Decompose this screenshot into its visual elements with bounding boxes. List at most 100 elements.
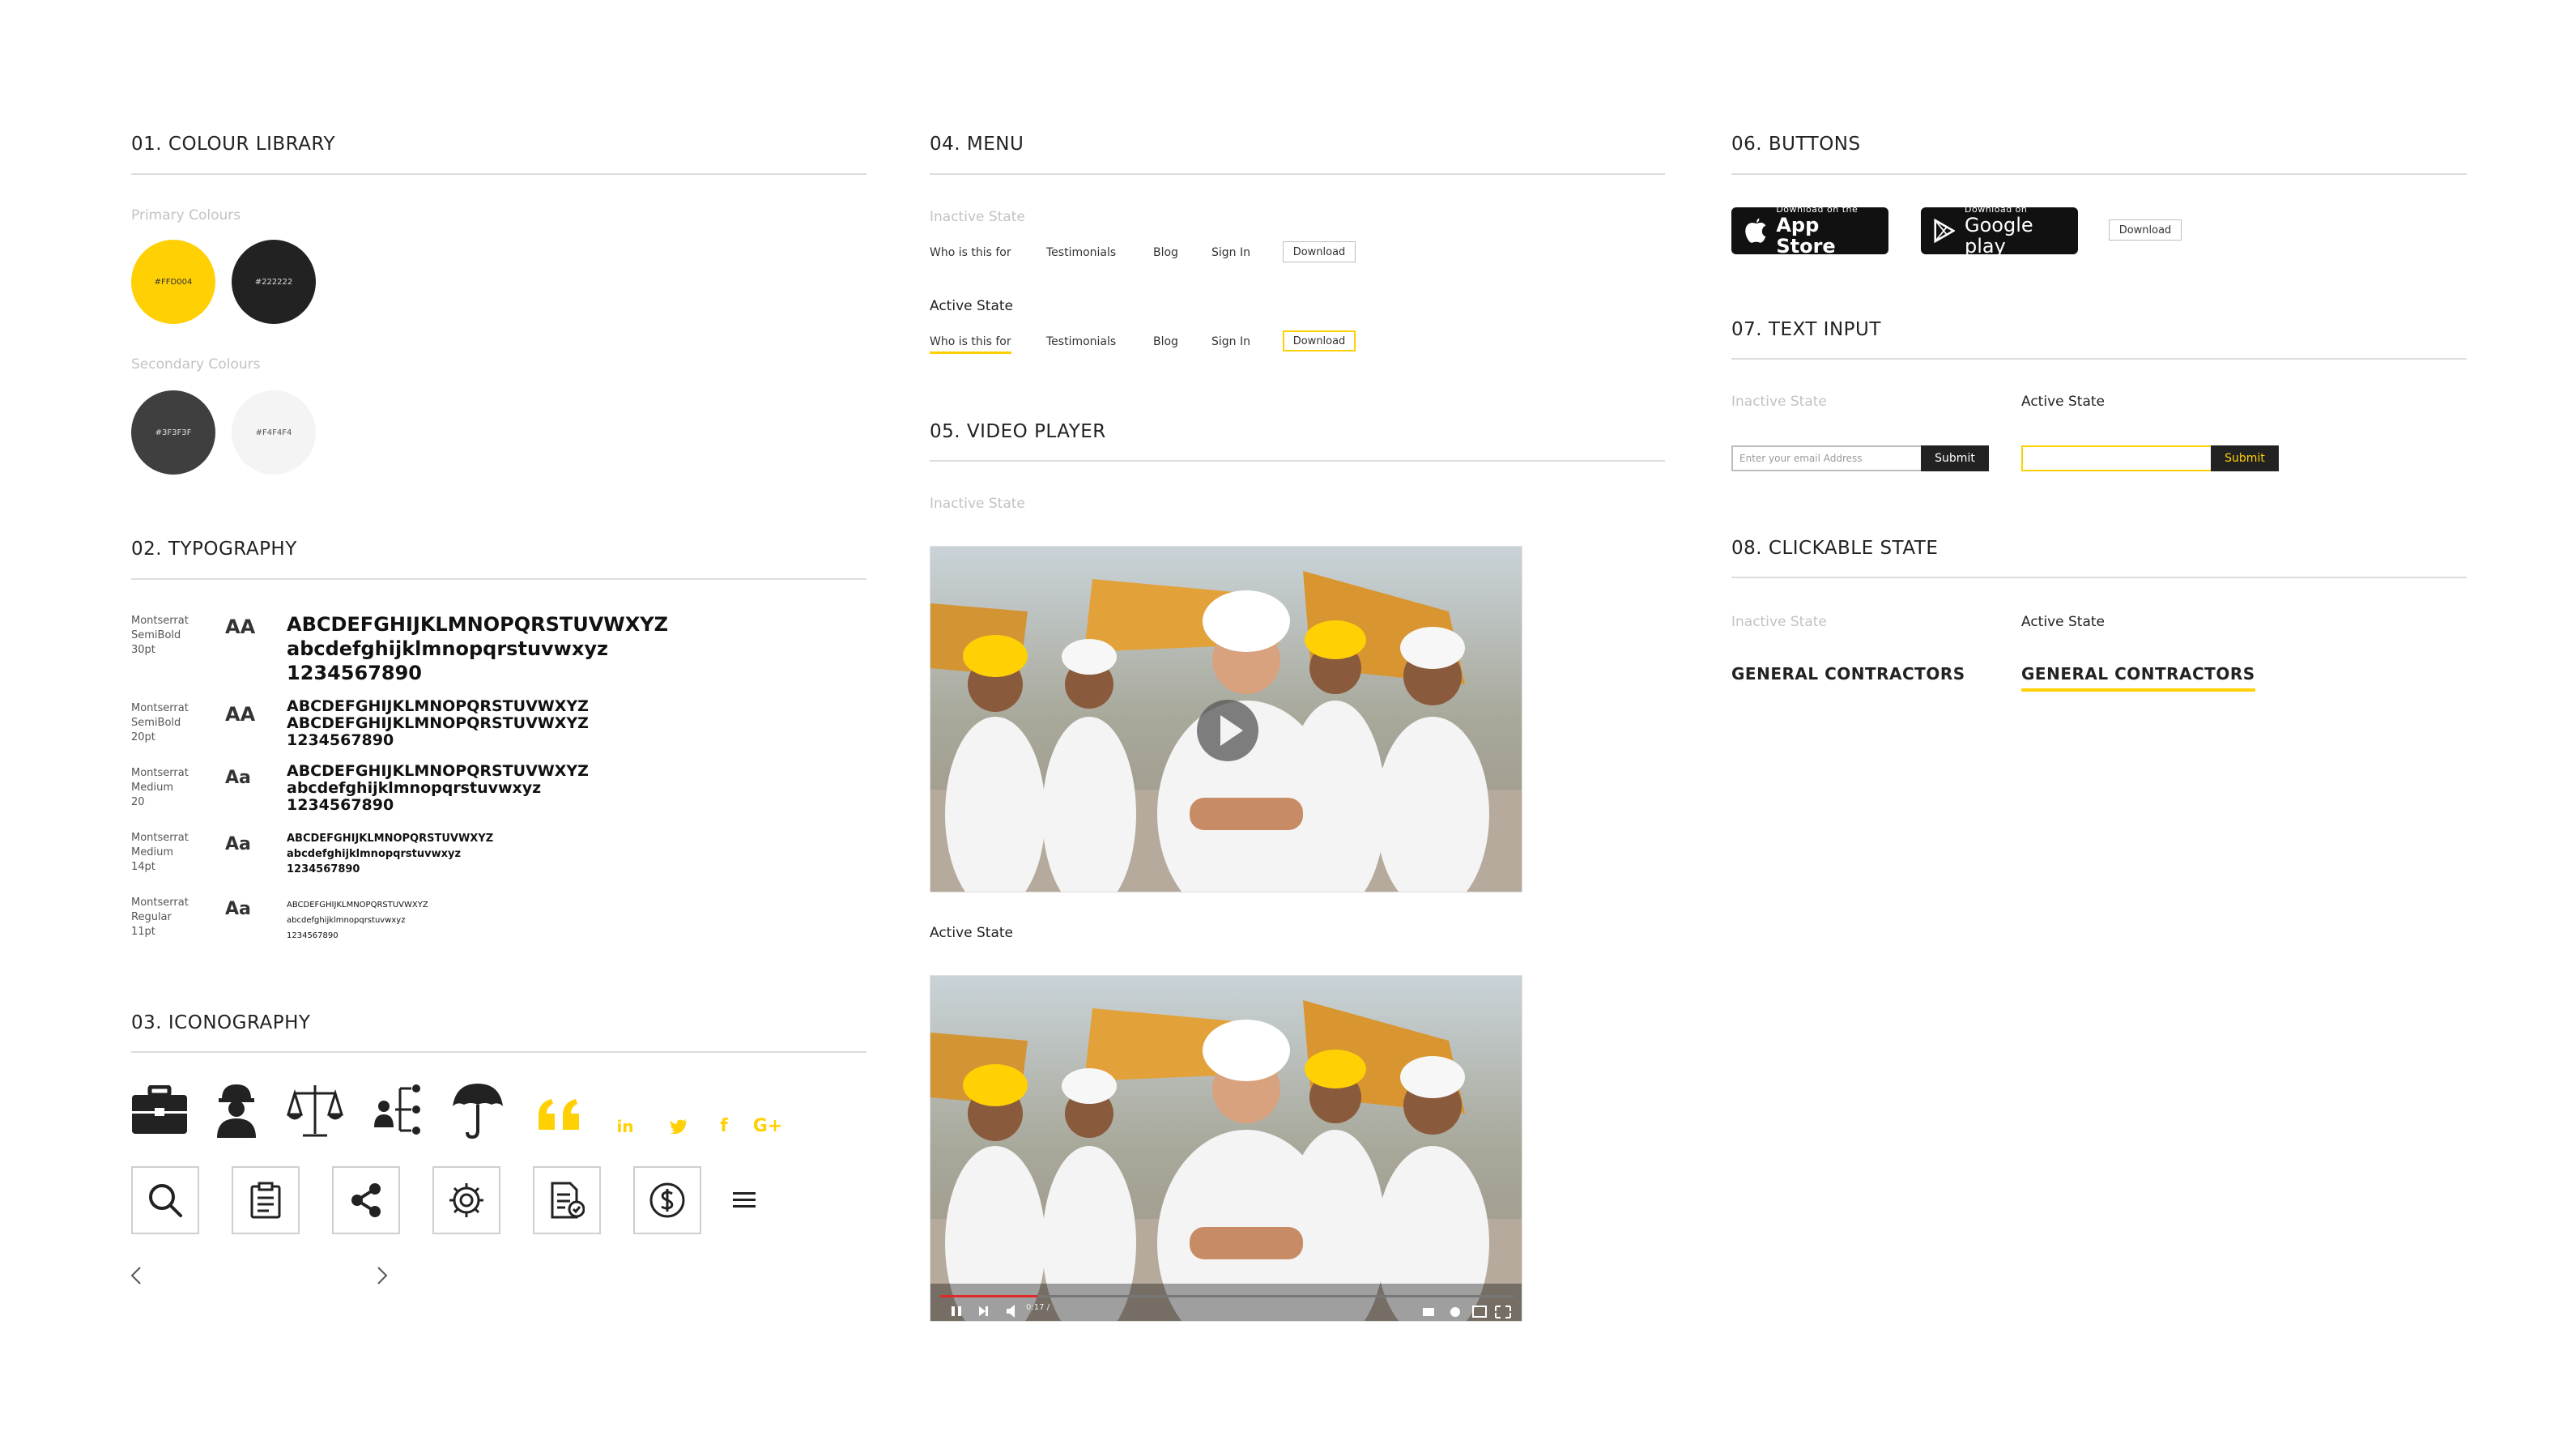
captions-icon (1423, 1308, 1434, 1316)
menu-active-label: Active State (930, 298, 1013, 314)
clickable-inactive-label: Inactive State (1731, 614, 1827, 630)
typo-sample-aa: Aa (225, 768, 251, 788)
buttons-title: 06. BUTTONS (1731, 134, 1861, 155)
menu-item-signin[interactable]: Sign In (1211, 246, 1250, 259)
typo-sample: ABCDEFGHIJKLMNOPQRSTUVWXYZ ABCDEFGHIJKLMN… (287, 697, 589, 749)
divider (1731, 173, 2467, 175)
facebook-icon[interactable]: f (716, 1116, 732, 1136)
app-store-button[interactable]: Download on the App Store (1731, 205, 1888, 258)
text-input-inactive-label: Inactive State (1731, 394, 1827, 410)
primary-colours-label: Primary Colours (131, 207, 241, 224)
google-icon[interactable]: G+ (753, 1116, 783, 1136)
apple-icon (1745, 218, 1766, 243)
menu-inactive-label: Inactive State (930, 209, 1025, 225)
appstore-big-text: App Store (1776, 214, 1836, 258)
video-player-active[interactable]: 0:17 / (930, 975, 1522, 1322)
general-contractors-link[interactable]: GENERAL CONTRACTORS (1731, 664, 1965, 684)
typo-meta: Montserrat SemiBold 30pt (131, 615, 189, 656)
chevron-left-icon[interactable] (126, 1263, 146, 1288)
divider (1731, 577, 2467, 578)
org-chart-icon (373, 1082, 426, 1139)
menu-item-testimonials[interactable]: Testimonials (1046, 246, 1116, 259)
typo-meta: Montserrat Medium 14pt (131, 832, 189, 873)
typo-meta: Montserrat Medium 20 (131, 767, 189, 808)
twitter-icon[interactable] (669, 1118, 688, 1135)
hamburger-icon[interactable] (732, 1187, 756, 1212)
swatch-yellow: #FFD004 (131, 240, 215, 324)
video-frame (930, 976, 1522, 1321)
general-contractors-link-active[interactable]: GENERAL CONTRACTORS (2021, 664, 2255, 692)
clipboard-button[interactable] (232, 1166, 300, 1234)
menu-item-testimonials[interactable]: Testimonials (1046, 335, 1116, 348)
document-check-icon (551, 1182, 585, 1219)
divider (930, 460, 1665, 462)
swatch-gray: #3F3F3F (131, 390, 215, 475)
download-button[interactable]: Download (2109, 219, 2182, 241)
typo-sample: ABCDEFGHIJKLMNOPQRSTUVWXYZ abcdefghijklmn… (287, 833, 494, 875)
colour-library-title: 01. COLOUR LIBRARY (131, 134, 335, 155)
secondary-colours-label: Secondary Colours (131, 356, 261, 373)
typo-sample: ABCDEFGHIJKLMNOPQRSTUVWXYZ abcdefghijklmn… (287, 613, 669, 684)
progress-bar[interactable] (940, 1295, 1038, 1297)
typography-title: 02. TYPOGRAPHY (131, 539, 297, 560)
divider (1731, 358, 2467, 360)
swatch-light: #F4F4F4 (232, 390, 316, 475)
video-inactive-label: Inactive State (930, 496, 1025, 512)
menu-item-blog[interactable]: Blog (1153, 335, 1178, 348)
swatch-dark: #222222 (232, 240, 316, 324)
clickable-active-label: Active State (2021, 614, 2105, 630)
briefcase-icon (130, 1084, 189, 1137)
share-icon (351, 1183, 381, 1217)
video-time: 0:17 / (1026, 1303, 1050, 1312)
dollar-icon (649, 1182, 685, 1218)
settings-icon (1450, 1307, 1460, 1317)
document-button[interactable] (533, 1166, 601, 1234)
dollar-button[interactable] (633, 1166, 701, 1234)
divider (930, 173, 1665, 175)
menu-item-who[interactable]: Who is this for (930, 246, 1011, 259)
google-big-text: Google play (1965, 214, 2033, 258)
video-active-label: Active State (930, 925, 1013, 941)
email-input-active[interactable] (2021, 445, 2212, 471)
text-input-title: 07. TEXT INPUT (1731, 319, 1881, 340)
umbrella-icon (450, 1080, 505, 1139)
submit-button-active[interactable]: Submit (2211, 445, 2279, 471)
pause-icon (952, 1306, 955, 1316)
menu-item-signin[interactable]: Sign In (1211, 335, 1250, 348)
typo-sample: ABCDEFGHIJKLMNOPQRSTUVWXYZ abcdefghijklmn… (287, 901, 428, 940)
menu-download-button-active[interactable]: Download (1283, 330, 1356, 351)
video-player-inactive[interactable] (930, 546, 1522, 892)
menu-title: 04. MENU (930, 134, 1024, 155)
typo-sample-aa: AA (225, 703, 256, 726)
typo-sample-aa: Aa (225, 899, 251, 919)
divider (131, 173, 866, 175)
linkedin-icon[interactable]: in (615, 1117, 635, 1136)
google-play-icon (1934, 218, 1955, 244)
search-button[interactable] (131, 1166, 199, 1234)
clipboard-icon (250, 1182, 281, 1219)
settings-button[interactable] (432, 1166, 500, 1234)
menu-item-who-active[interactable]: Who is this for (930, 335, 1011, 354)
quote-icon (536, 1098, 581, 1131)
email-input-inactive[interactable]: Enter your email Address (1731, 445, 1922, 471)
submit-button[interactable]: Submit (1921, 445, 1989, 471)
divider (131, 578, 866, 580)
gear-icon (449, 1183, 483, 1217)
scales-icon (287, 1082, 343, 1139)
iconography-title: 03. ICONOGRAPHY (131, 1012, 311, 1033)
search-icon (149, 1184, 182, 1217)
typo-sample-aa: Aa (225, 834, 251, 854)
clickable-title: 08. CLICKABLE STATE (1731, 538, 1939, 559)
typo-meta: Montserrat Regular 11pt (131, 897, 189, 938)
video-player-title: 05. VIDEO PLAYER (930, 421, 1106, 442)
menu-item-blog[interactable]: Blog (1153, 246, 1178, 259)
google-play-button[interactable]: Download on Google play (1921, 205, 2078, 258)
typo-meta: Montserrat SemiBold 20pt (131, 702, 189, 743)
text-input-active-label: Active State (2021, 394, 2105, 410)
divider (131, 1051, 866, 1053)
share-button[interactable] (332, 1166, 400, 1234)
menu-download-button[interactable]: Download (1283, 241, 1356, 262)
video-thumbnail (930, 547, 1522, 892)
chevron-right-icon[interactable] (373, 1263, 392, 1288)
typo-sample: ABCDEFGHIJKLMNOPQRSTUVWXYZ abcdefghijklmn… (287, 762, 589, 814)
